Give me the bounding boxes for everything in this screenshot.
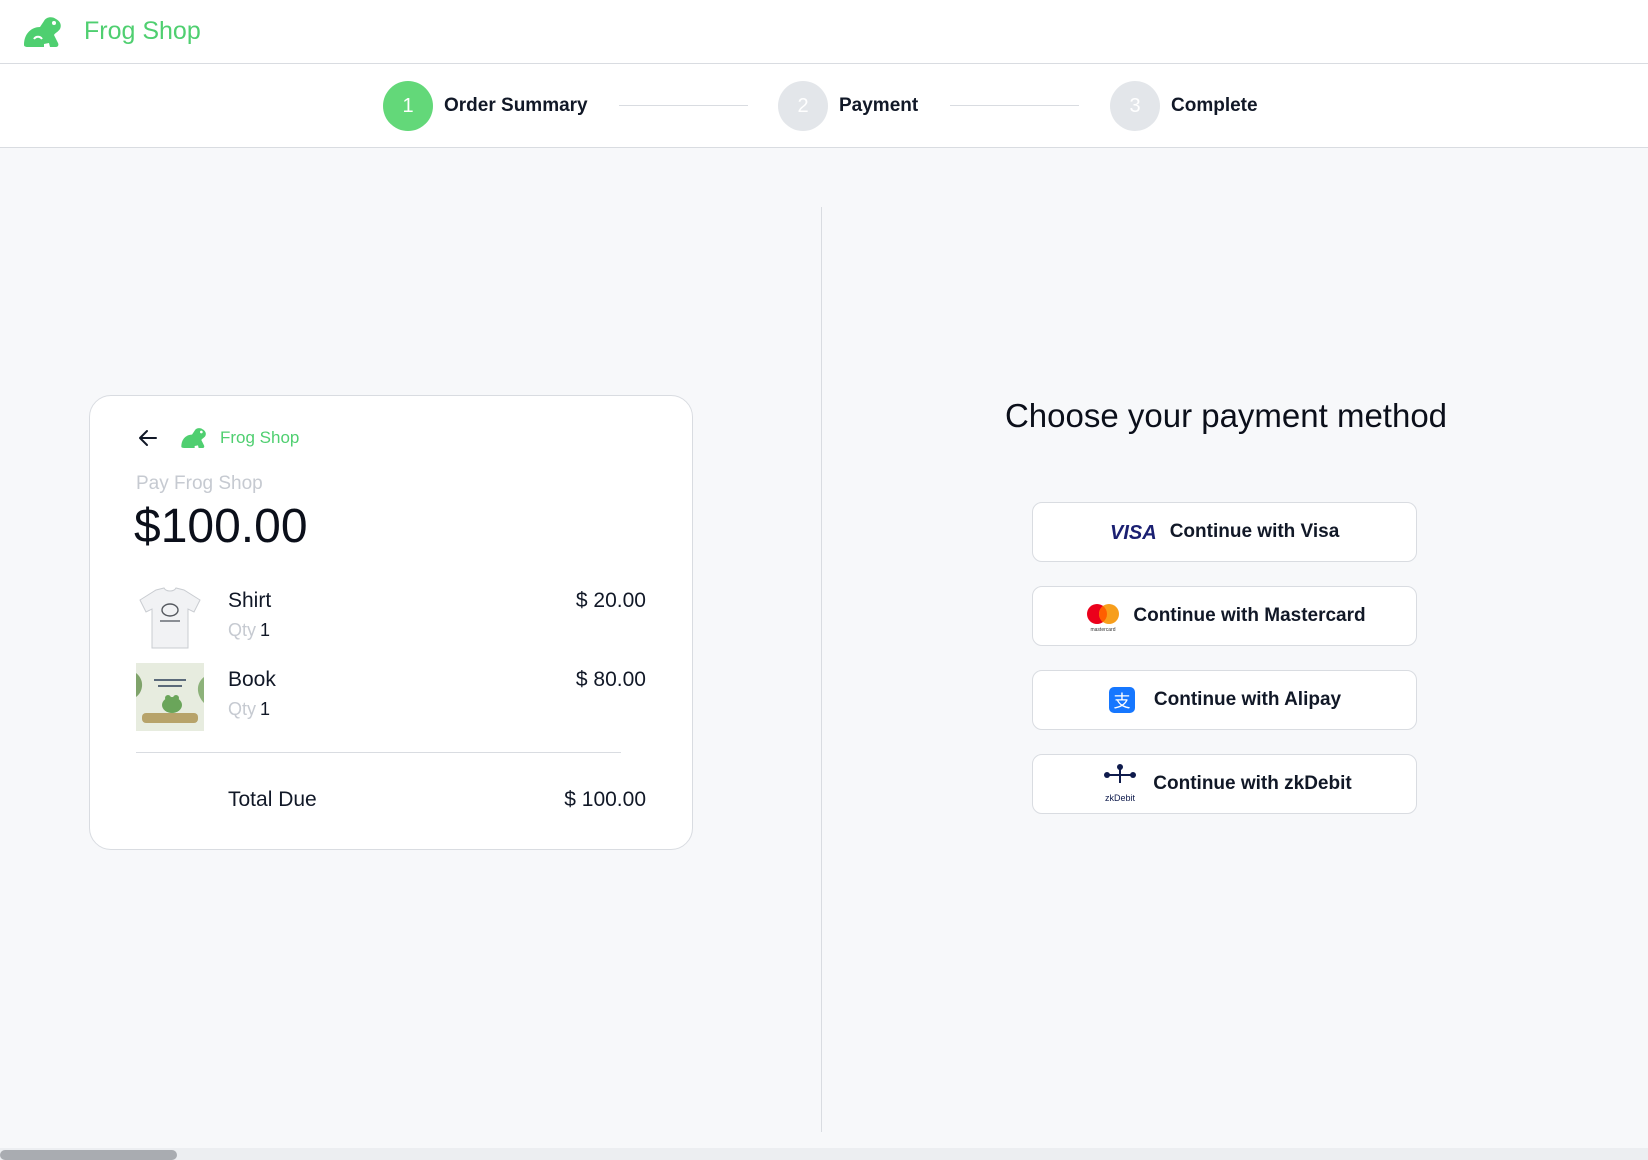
qty-value: 1: [260, 620, 271, 640]
card-header: Frog Shop: [136, 426, 299, 450]
total-label: Total Due: [228, 788, 317, 811]
card-brand-name: Frog Shop: [220, 428, 300, 447]
scrollbar-thumb[interactable]: [0, 1150, 177, 1160]
qty-label: Qty: [228, 699, 257, 719]
step-connector: [950, 105, 1079, 106]
item-name: Shirt: [228, 589, 272, 612]
order-summary-card: Frog Shop Pay Frog Shop $100.00 Shirt Qt…: [89, 395, 693, 850]
step-number: 1: [383, 81, 433, 131]
alipay-button[interactable]: 支 Continue with Alipay: [1032, 670, 1417, 730]
zkdebit-icon: zkDebit: [1097, 761, 1143, 807]
total-value: $ 100.00: [564, 788, 646, 811]
item-price: $ 80.00: [575, 668, 646, 691]
checkout-stepper: 1 Order Summary 2 Payment 3 Complete: [0, 64, 1648, 148]
payment-title: Choose your payment method: [1004, 397, 1448, 434]
qty-label: Qty: [228, 620, 257, 640]
zkdebit-label: Continue with zkDebit: [1153, 773, 1352, 794]
visa-button[interactable]: VISA Continue with Visa: [1032, 502, 1417, 562]
pay-label: Pay Frog Shop: [136, 473, 263, 494]
visa-label: Continue with Visa: [1169, 521, 1340, 542]
svg-text:支: 支: [1113, 692, 1130, 712]
arrow-left-icon: [139, 430, 157, 446]
book-thumbnail: [136, 663, 204, 731]
step-order-summary: 1 Order Summary: [383, 81, 588, 131]
panel-divider: [821, 207, 822, 1132]
line-item: Book Qty 1 $ 80.00: [136, 663, 646, 733]
frog-icon: [181, 428, 206, 448]
back-button[interactable]: [136, 426, 160, 450]
shirt-thumbnail: [136, 584, 204, 652]
step-payment: 2 Payment: [778, 81, 918, 131]
step-label: Payment: [839, 95, 919, 116]
step-label: Order Summary: [444, 95, 588, 116]
step-complete: 3 Complete: [1110, 81, 1258, 131]
mastercard-button[interactable]: mastercard Continue with Mastercard: [1032, 586, 1417, 646]
line-item: Shirt Qty 1 $ 20.00: [136, 584, 646, 654]
item-price: $ 20.00: [575, 589, 646, 612]
alipay-label: Continue with Alipay: [1153, 689, 1342, 710]
svg-text:zkDebit: zkDebit: [1105, 793, 1136, 803]
visa-icon: VISA: [1110, 522, 1160, 542]
step-label: Complete: [1171, 95, 1258, 116]
step-number: 2: [778, 81, 828, 131]
order-amount: $100.00: [134, 500, 308, 553]
horizontal-scrollbar[interactable]: [0, 1148, 1648, 1160]
svg-text:VISA: VISA: [1110, 522, 1157, 542]
zkdebit-button[interactable]: zkDebit Continue with zkDebit: [1032, 754, 1417, 814]
card-separator: [136, 752, 621, 753]
step-connector: [619, 105, 748, 106]
alipay-icon: 支: [1108, 686, 1136, 714]
qty-value: 1: [260, 699, 271, 719]
svg-text:mastercard: mastercard: [1091, 627, 1116, 632]
step-number: 3: [1110, 81, 1160, 131]
mastercard-label: Continue with Mastercard: [1133, 605, 1366, 626]
item-qty: Qty 1: [228, 699, 270, 720]
brand-name[interactable]: Frog Shop: [84, 17, 201, 46]
mastercard-icon: mastercard: [1083, 600, 1123, 632]
item-name: Book: [228, 668, 276, 691]
top-bar: Frog Shop: [0, 0, 1648, 64]
item-qty: Qty 1: [228, 620, 270, 641]
frog-icon: [24, 16, 61, 47]
